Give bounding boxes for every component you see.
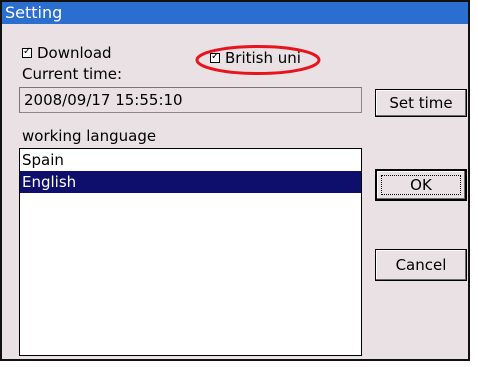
ok-button-label: OK bbox=[410, 176, 432, 194]
set-time-button-label: Set time bbox=[389, 94, 453, 112]
download-checkbox-control[interactable]: ✓ Download bbox=[22, 44, 112, 62]
checkmark-icon: ✓ bbox=[23, 46, 32, 57]
set-time-button[interactable]: Set time bbox=[375, 89, 467, 117]
list-item-english[interactable]: English bbox=[20, 171, 361, 193]
download-label: Download bbox=[37, 44, 112, 62]
highlight-ellipse-annotation bbox=[195, 45, 321, 75]
working-language-list[interactable]: Spain English bbox=[19, 148, 362, 356]
current-time-label: Current time: bbox=[22, 65, 123, 83]
list-item-spain[interactable]: Spain bbox=[20, 149, 361, 171]
settings-dialog: Setting ✓ Download ✓ British uni Current… bbox=[0, 0, 470, 361]
working-language-label: working language bbox=[22, 127, 157, 145]
current-time-field: 2008/09/17 15:55:10 bbox=[19, 87, 362, 113]
ok-button[interactable]: OK bbox=[375, 169, 467, 201]
window-title: Setting bbox=[5, 3, 63, 22]
title-bar: Setting bbox=[2, 2, 468, 24]
download-checkbox[interactable]: ✓ bbox=[22, 46, 32, 58]
cancel-button[interactable]: Cancel bbox=[375, 249, 467, 281]
cancel-button-label: Cancel bbox=[395, 256, 447, 274]
